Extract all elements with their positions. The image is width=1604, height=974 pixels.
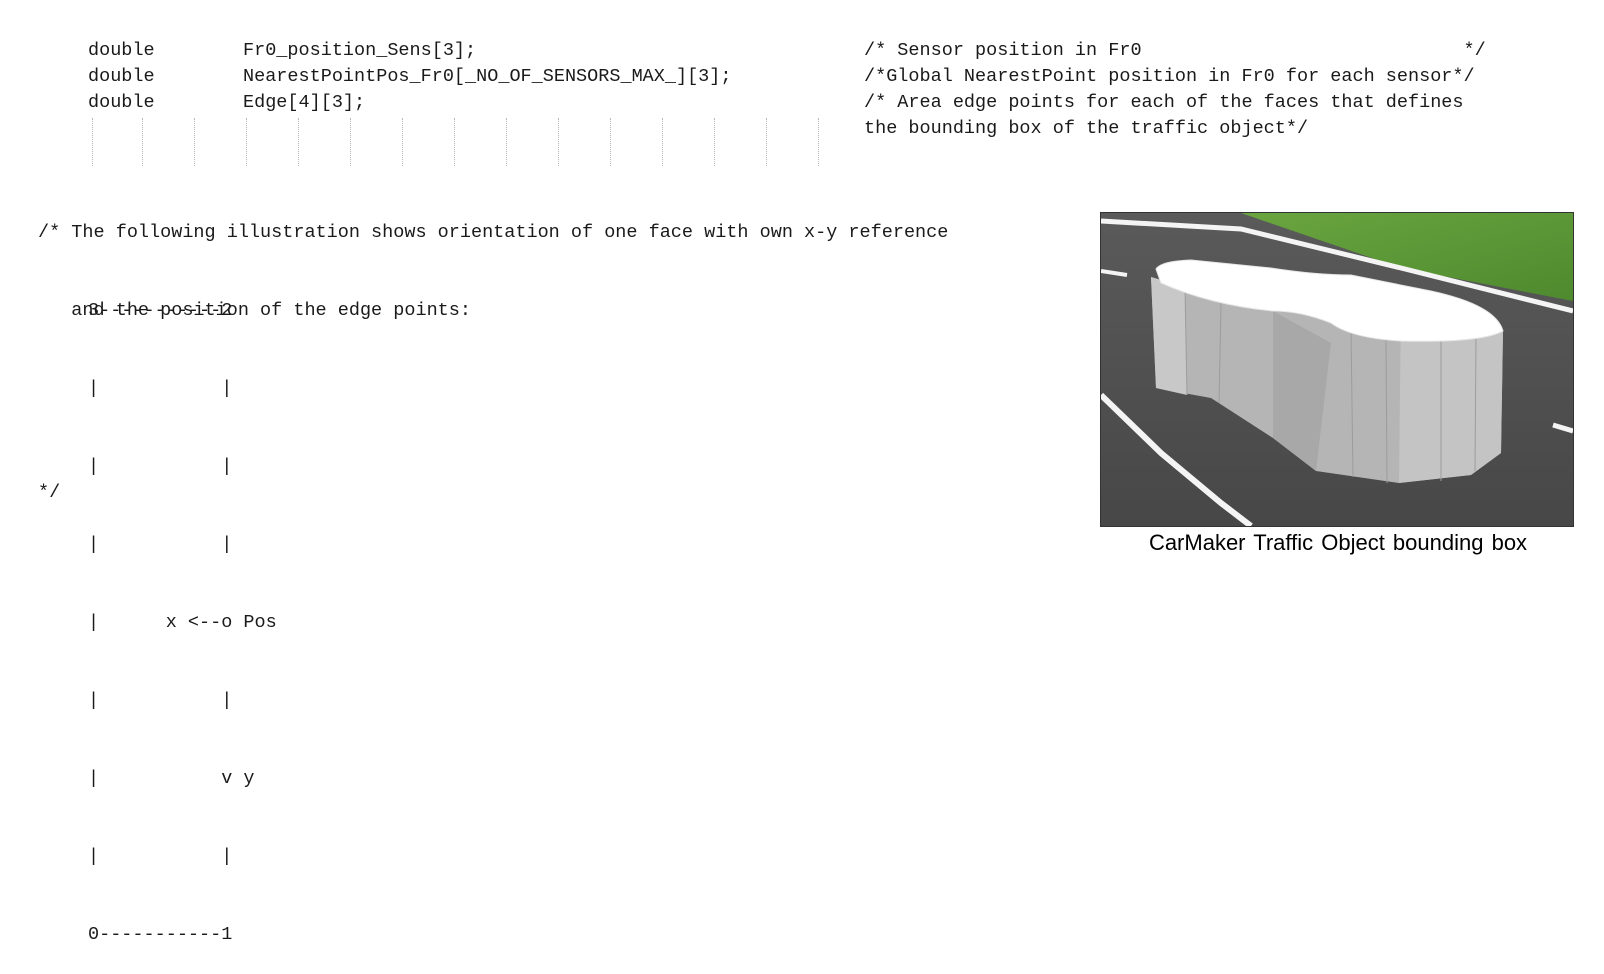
- ascii-line: | |: [88, 534, 233, 555]
- decl-name-3: Edge[4][3];: [243, 92, 366, 113]
- indent-guide: [142, 118, 143, 166]
- ascii-line: | |: [88, 378, 233, 399]
- ascii-diagram: 3-----------2 | | | | | | | x <--o Pos |…: [88, 246, 277, 974]
- decl-comment-1: /* Sensor position in Fr0 */: [864, 40, 1486, 61]
- indent-guide: [558, 118, 559, 166]
- ascii-line: | x <--o Pos: [88, 612, 277, 633]
- ascii-line: | v y: [88, 768, 255, 789]
- indent-guide: [818, 118, 819, 166]
- decl-comment-2: /*Global NearestPoint position in Fr0 fo…: [864, 66, 1475, 87]
- ascii-line: | |: [88, 690, 233, 711]
- decl-type-1: double: [88, 40, 155, 61]
- comment-continuation: the bounding box of the traffic object*/: [864, 118, 1309, 139]
- indent-guide: [714, 118, 715, 166]
- comment-close: */: [38, 482, 61, 503]
- indent-guide: [610, 118, 611, 166]
- indent-guide: [662, 118, 663, 166]
- indent-guide: [194, 118, 195, 166]
- indent-guide: [92, 118, 93, 166]
- indent-guide: [402, 118, 403, 166]
- indent-guide: [506, 118, 507, 166]
- illustration-comment-line-1: /* The following illustration shows orie…: [38, 222, 949, 243]
- decl-comment-3: /* Area edge points for each of the face…: [864, 92, 1464, 113]
- decl-type-2: double: [88, 66, 155, 87]
- decl-name-1: Fr0_position_Sens[3];: [243, 40, 477, 61]
- decl-name-2: NearestPointPos_Fr0[_NO_OF_SENSORS_MAX_]…: [243, 66, 732, 87]
- indent-guide: [298, 118, 299, 166]
- ascii-line: | |: [88, 456, 233, 477]
- bounding-box-render: [1101, 213, 1573, 526]
- indent-guide: [766, 118, 767, 166]
- ascii-line: 0-----------1: [88, 924, 233, 945]
- traffic-object-image: [1100, 212, 1574, 527]
- indent-guide: [350, 118, 351, 166]
- indent-guide: [454, 118, 455, 166]
- indent-guide: [246, 118, 247, 166]
- object-front-face: [1151, 277, 1187, 395]
- ascii-line: 3-----------2: [88, 300, 233, 321]
- ascii-line: | |: [88, 846, 233, 867]
- image-caption: CarMaker Traffic Object bounding box: [1148, 530, 1528, 555]
- decl-type-3: double: [88, 92, 155, 113]
